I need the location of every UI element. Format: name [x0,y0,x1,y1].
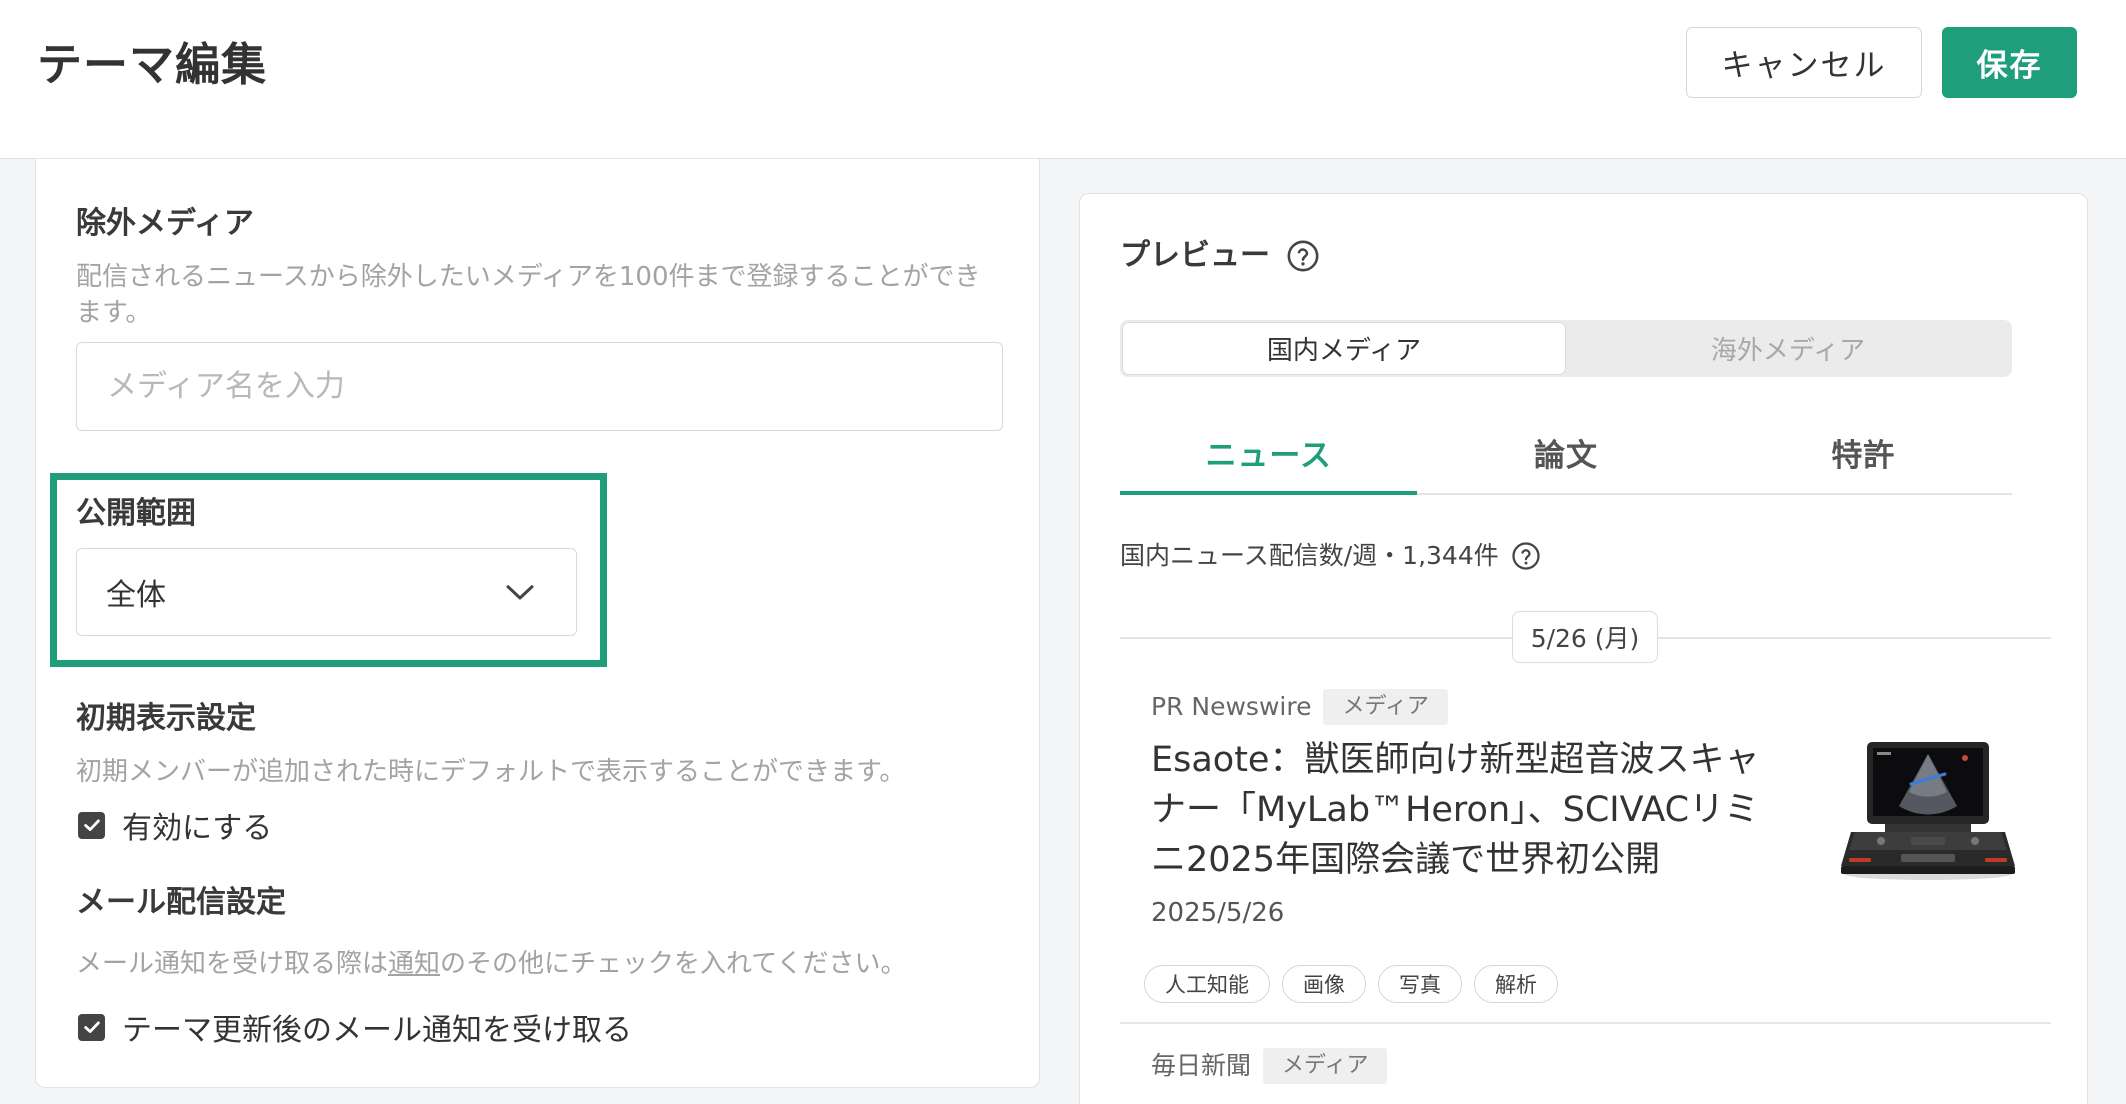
mail-delivery-description: メール通知を受け取る際は通知のその他にチェックを入れてください。 [76,946,1001,982]
news-article[interactable]: 毎日新聞 メディア [1080,1034,2087,1104]
theme-edit-page: テーマ編集 キャンセル 保存 除外メディア 配信されるニュースから除外したいメデ… [0,0,2126,1104]
tag-chip[interactable]: 人工知能 [1144,965,1270,1003]
visibility-selected-value: 全体 [106,578,166,613]
excluded-media-heading: 除外メディア [76,206,254,241]
initial-display-description: 初期メンバーが追加された時にデフォルトで表示することができます。 [76,757,906,787]
cancel-button[interactable]: キャンセル [1686,27,1922,98]
notification-settings-link[interactable]: 通知 [388,949,440,979]
page-title: テーマ編集 [37,38,268,91]
mail-notify-checkbox-row[interactable]: テーマ更新後のメール通知を受け取る [78,1008,632,1048]
article-source-type-badge: メディア [1323,689,1448,725]
visibility-select[interactable]: 全体 [76,548,577,636]
tag-chip[interactable]: 写真 [1378,965,1462,1003]
tab-news[interactable]: ニュース [1120,411,1418,495]
article-source-row: 毎日新聞 メディア [1151,1048,1388,1084]
segment-overseas-media[interactable]: 海外メディア [1566,322,2010,375]
date-group-label: 5/26 (月) [1512,611,1658,663]
enable-initial-display-checkbox[interactable] [78,811,105,839]
checkbox-checked-icon [83,819,100,831]
article-title[interactable]: Esaote：獣医師向け新型超音波スキャナー「MyLab™Heron」、SCIV… [1151,735,1781,885]
main-content: 除外メディア 配信されるニュースから除外したいメディアを100件まで登録すること… [0,159,2126,1104]
article-source: 毎日新聞 [1151,1051,1252,1080]
mail-notify-checkbox[interactable] [78,1013,105,1041]
content-type-tabs: ニュース 論文 特許 [1120,411,2012,495]
article-source: PR Newswire [1151,692,1312,721]
mail-delivery-description-before: メール通知を受け取る際は [76,949,389,979]
mail-notify-label: テーマ更新後のメール通知を受け取る [122,1013,632,1048]
preview-heading-text: プレビュー [1120,238,1270,273]
news-article[interactable]: PR Newswire メディア Esaote：獣医師向け新型超音波スキャナー「… [1080,664,2087,1022]
weekly-news-count: 国内ニュース配信数/週・1,344件 [1120,538,1541,574]
article-divider [1120,1022,2051,1024]
save-button[interactable]: 保存 [1942,27,2077,98]
settings-panel: 除外メディア 配信されるニュースから除外したいメディアを100件まで登録すること… [35,159,1040,1088]
tag-chip[interactable]: 解析 [1474,965,1558,1003]
tab-papers[interactable]: 論文 [1417,411,1714,493]
media-name-input[interactable] [76,342,1003,431]
enable-initial-display-checkbox-row[interactable]: 有効にする [78,806,273,846]
segment-domestic-media[interactable]: 国内メディア [1122,322,1566,375]
preview-panel: プレビュー 国内メディア 海外メディア ニュース 論文 特許 国内ニュース配信数… [1079,193,2088,1104]
enable-initial-display-label: 有効にする [122,811,273,846]
excluded-media-description: 配信されるニュースから除外したいメディアを100件まで登録することができます。 [76,262,981,328]
visibility-heading: 公開範囲 [76,496,196,531]
weekly-news-count-text: 国内ニュース配信数/週・1,344件 [1120,541,1499,570]
help-circle-icon[interactable] [1286,239,1320,273]
article-date: 2025/5/26 [1151,898,1285,928]
initial-display-heading: 初期表示設定 [76,701,256,736]
mail-delivery-heading: メール配信設定 [76,885,286,920]
article-thumbnail-ultrasound-device [1841,742,2015,880]
help-circle-icon[interactable] [1511,541,1541,571]
chevron-down-icon [506,585,534,600]
tag-chip[interactable]: 画像 [1282,965,1366,1003]
article-source-row: PR Newswire メディア [1151,689,1448,725]
tab-patents[interactable]: 特許 [1715,411,2012,493]
checkbox-checked-icon [83,1021,100,1033]
media-region-segmented-control: 国内メディア 海外メディア [1120,320,2012,377]
page-header: テーマ編集 キャンセル 保存 [0,0,2126,159]
mail-delivery-description-after: のその他にチェックを入れてください。 [440,949,907,979]
article-source-type-badge: メディア [1263,1048,1388,1084]
article-tag-list: 人工知能 画像 写真 解析 [1144,965,1558,1003]
preview-heading: プレビュー [1120,237,1320,275]
